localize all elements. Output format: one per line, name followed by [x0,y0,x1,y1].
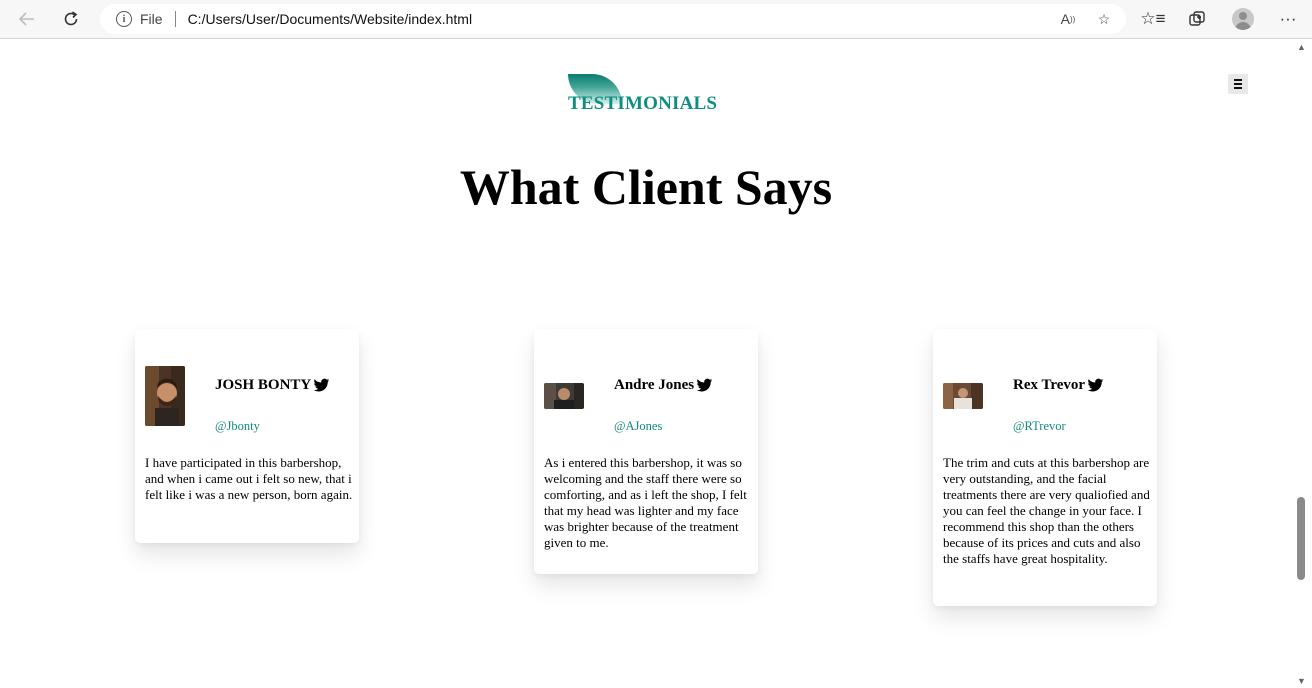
client-name-text: JOSH BONTY [215,377,312,393]
testimonial-text: I have participated in this barbershop, … [145,455,353,502]
testimonial-text: The trim and cuts at this barbershop are… [943,455,1150,566]
client-handle[interactable]: @Jbonty [215,419,260,434]
more-menu-icon[interactable]: ··· [1273,5,1303,33]
favorite-star-icon[interactable]: ☆ [1094,9,1114,29]
twitter-icon[interactable] [313,378,330,393]
refresh-icon[interactable] [56,5,86,33]
client-handle[interactable]: @RTrevor [1013,419,1066,434]
client-photo-avatar [544,383,584,409]
scroll-down-arrow-icon[interactable]: ▼ [1297,676,1306,686]
testimonial-text: As i entered this barbershop, it was so … [544,455,747,550]
twitter-icon[interactable] [1087,378,1104,393]
favorites-icon[interactable]: ☆≡ [1138,5,1168,33]
scroll-up-arrow-icon[interactable]: ▲ [1297,42,1306,52]
client-name: Andre Jones [614,377,713,394]
page-title: What Client Says [459,159,833,215]
browser-toolbar: i File C:/Users/User/Documents/Website/i… [0,0,1312,39]
testimonial-card: Andre Jones @AJones As i entered this ba… [534,329,758,574]
url-text[interactable]: C:/Users/User/Documents/Website/index.ht… [188,11,473,27]
profile-avatar-icon[interactable] [1232,8,1254,30]
address-bar[interactable]: i File C:/Users/User/Documents/Website/i… [100,4,1126,34]
client-photo-avatar [145,366,185,426]
page-scrollbar[interactable] [1295,39,1312,688]
client-handle[interactable]: @AJones [614,419,662,434]
testimonial-card: JOSH BONTY @Jbonty I have participated i… [135,329,359,543]
collections-icon[interactable] [1182,5,1212,33]
hamburger-menu-button[interactable] [1228,74,1248,94]
address-divider [174,11,176,27]
client-name-text: Andre Jones [614,377,695,393]
brand-title: TESTIMONIALS [568,93,718,114]
twitter-icon[interactable] [696,378,713,393]
client-name-text: Rex Trevor [1013,377,1086,393]
scrollbar-thumb[interactable] [1297,497,1305,580]
info-icon[interactable]: i [116,11,132,27]
back-arrow-icon[interactable] [12,5,42,33]
client-name: Rex Trevor [1013,377,1104,394]
client-name: JOSH BONTY [215,377,330,394]
read-aloud-icon[interactable]: A)) [1058,9,1078,29]
client-photo-avatar [943,383,983,409]
address-scheme-label: File [140,11,163,27]
testimonial-card: Rex Trevor @RTrevor The trim and cuts at… [933,329,1157,606]
